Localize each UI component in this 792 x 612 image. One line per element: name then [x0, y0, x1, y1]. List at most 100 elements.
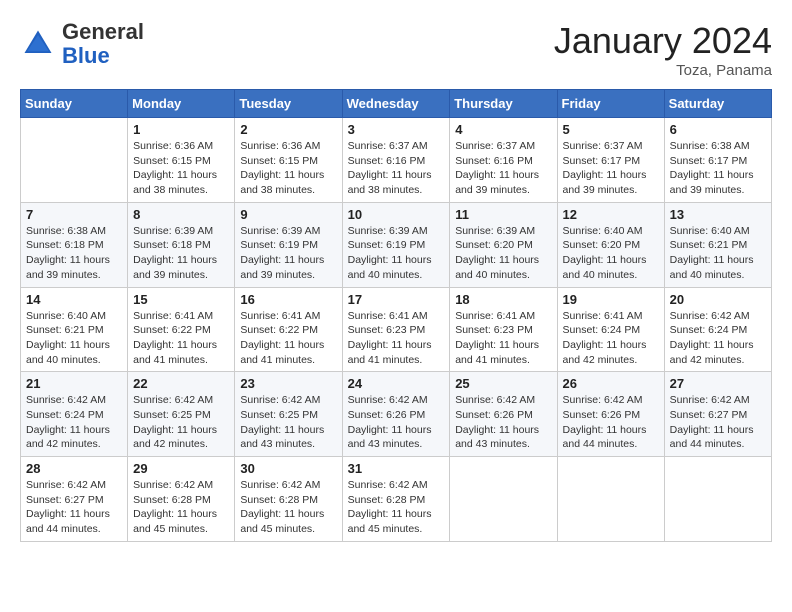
- week-row-4: 21 Sunrise: 6:42 AM Sunset: 6:24 PM Dayli…: [21, 372, 772, 457]
- day-info: Sunrise: 6:40 AM Sunset: 6:20 PM Dayligh…: [563, 224, 659, 283]
- day-number: 30: [240, 461, 336, 476]
- logo: General Blue: [20, 20, 144, 68]
- day-info: Sunrise: 6:41 AM Sunset: 6:23 PM Dayligh…: [348, 309, 445, 368]
- day-info: Sunrise: 6:38 AM Sunset: 6:18 PM Dayligh…: [26, 224, 122, 283]
- week-row-1: 1 Sunrise: 6:36 AM Sunset: 6:15 PM Daylig…: [21, 118, 772, 203]
- calendar-cell: 13 Sunrise: 6:40 AM Sunset: 6:21 PM Dayli…: [664, 202, 771, 287]
- logo-blue: Blue: [62, 43, 110, 68]
- day-number: 29: [133, 461, 229, 476]
- calendar-cell: 3Sunrise: 6:37 AM Sunset: 6:16 PM Daylig…: [342, 118, 450, 203]
- day-number: 6: [670, 122, 766, 137]
- calendar-cell: [21, 118, 128, 203]
- calendar-cell: 11Sunrise: 6:39 AM Sunset: 6:20 PM Dayli…: [450, 202, 557, 287]
- calendar-cell: 21 Sunrise: 6:42 AM Sunset: 6:24 PM Dayli…: [21, 372, 128, 457]
- calendar-cell: 30 Sunrise: 6:42 AM Sunset: 6:28 PM Dayli…: [235, 457, 342, 542]
- logo-icon: [20, 26, 56, 62]
- month-title: January 2024: [554, 20, 772, 62]
- day-number: 14: [26, 292, 122, 307]
- calendar-cell: 6 Sunrise: 6:38 AM Sunset: 6:17 PM Daylig…: [664, 118, 771, 203]
- week-row-5: 28Sunrise: 6:42 AM Sunset: 6:27 PM Dayli…: [21, 457, 772, 542]
- day-info: Sunrise: 6:37 AM Sunset: 6:17 PM Dayligh…: [563, 139, 659, 198]
- day-info: Sunrise: 6:42 AM Sunset: 6:26 PM Dayligh…: [563, 393, 659, 452]
- calendar-cell: 12Sunrise: 6:40 AM Sunset: 6:20 PM Dayli…: [557, 202, 664, 287]
- calendar-cell: 31 Sunrise: 6:42 AM Sunset: 6:28 PM Dayli…: [342, 457, 450, 542]
- day-number: 15: [133, 292, 229, 307]
- day-number: 22: [133, 376, 229, 391]
- day-info: Sunrise: 6:38 AM Sunset: 6:17 PM Dayligh…: [670, 139, 766, 198]
- day-of-week-wednesday: Wednesday: [342, 90, 450, 118]
- day-number: 9: [240, 207, 336, 222]
- day-info: Sunrise: 6:36 AM Sunset: 6:15 PM Dayligh…: [240, 139, 336, 198]
- calendar-cell: 27 Sunrise: 6:42 AM Sunset: 6:27 PM Dayli…: [664, 372, 771, 457]
- day-info: Sunrise: 6:42 AM Sunset: 6:24 PM Dayligh…: [670, 309, 766, 368]
- day-of-week-saturday: Saturday: [664, 90, 771, 118]
- day-number: 28: [26, 461, 122, 476]
- day-info: Sunrise: 6:39 AM Sunset: 6:19 PM Dayligh…: [348, 224, 445, 283]
- calendar-cell: 25 Sunrise: 6:42 AM Sunset: 6:26 PM Dayli…: [450, 372, 557, 457]
- day-number: 10: [348, 207, 445, 222]
- calendar-cell: 22 Sunrise: 6:42 AM Sunset: 6:25 PM Dayli…: [128, 372, 235, 457]
- day-info: Sunrise: 6:42 AM Sunset: 6:27 PM Dayligh…: [670, 393, 766, 452]
- calendar-cell: 5 Sunrise: 6:37 AM Sunset: 6:17 PM Daylig…: [557, 118, 664, 203]
- days-of-week-row: SundayMondayTuesdayWednesdayThursdayFrid…: [21, 90, 772, 118]
- calendar-header: SundayMondayTuesdayWednesdayThursdayFrid…: [21, 90, 772, 118]
- title-block: January 2024 Toza, Panama: [554, 20, 772, 79]
- day-info: Sunrise: 6:42 AM Sunset: 6:25 PM Dayligh…: [240, 393, 336, 452]
- calendar-cell: [450, 457, 557, 542]
- calendar-cell: [664, 457, 771, 542]
- calendar-cell: 28Sunrise: 6:42 AM Sunset: 6:27 PM Dayli…: [21, 457, 128, 542]
- day-number: 1: [133, 122, 229, 137]
- day-info: Sunrise: 6:42 AM Sunset: 6:28 PM Dayligh…: [240, 478, 336, 537]
- day-number: 13: [670, 207, 766, 222]
- day-info: Sunrise: 6:41 AM Sunset: 6:22 PM Dayligh…: [240, 309, 336, 368]
- day-info: Sunrise: 6:41 AM Sunset: 6:22 PM Dayligh…: [133, 309, 229, 368]
- day-info: Sunrise: 6:42 AM Sunset: 6:25 PM Dayligh…: [133, 393, 229, 452]
- day-number: 19: [563, 292, 659, 307]
- day-number: 8: [133, 207, 229, 222]
- day-number: 17: [348, 292, 445, 307]
- day-number: 24: [348, 376, 445, 391]
- day-number: 16: [240, 292, 336, 307]
- day-info: Sunrise: 6:42 AM Sunset: 6:26 PM Dayligh…: [348, 393, 445, 452]
- day-number: 2: [240, 122, 336, 137]
- calendar-cell: 9 Sunrise: 6:39 AM Sunset: 6:19 PM Daylig…: [235, 202, 342, 287]
- calendar-cell: 2 Sunrise: 6:36 AM Sunset: 6:15 PM Daylig…: [235, 118, 342, 203]
- day-info: Sunrise: 6:39 AM Sunset: 6:18 PM Dayligh…: [133, 224, 229, 283]
- day-info: Sunrise: 6:39 AM Sunset: 6:19 PM Dayligh…: [240, 224, 336, 283]
- day-info: Sunrise: 6:41 AM Sunset: 6:24 PM Dayligh…: [563, 309, 659, 368]
- day-info: Sunrise: 6:41 AM Sunset: 6:23 PM Dayligh…: [455, 309, 551, 368]
- calendar-cell: 29 Sunrise: 6:42 AM Sunset: 6:28 PM Dayli…: [128, 457, 235, 542]
- day-of-week-sunday: Sunday: [21, 90, 128, 118]
- day-info: Sunrise: 6:42 AM Sunset: 6:24 PM Dayligh…: [26, 393, 122, 452]
- logo-text: General Blue: [62, 20, 144, 68]
- day-of-week-friday: Friday: [557, 90, 664, 118]
- calendar-cell: 10 Sunrise: 6:39 AM Sunset: 6:19 PM Dayli…: [342, 202, 450, 287]
- calendar-cell: 4Sunrise: 6:37 AM Sunset: 6:16 PM Daylig…: [450, 118, 557, 203]
- day-number: 4: [455, 122, 551, 137]
- calendar-cell: [557, 457, 664, 542]
- calendar-cell: 14Sunrise: 6:40 AM Sunset: 6:21 PM Dayli…: [21, 287, 128, 372]
- logo-general: General: [62, 19, 144, 44]
- day-info: Sunrise: 6:42 AM Sunset: 6:26 PM Dayligh…: [455, 393, 551, 452]
- calendar-cell: 18 Sunrise: 6:41 AM Sunset: 6:23 PM Dayli…: [450, 287, 557, 372]
- day-number: 26: [563, 376, 659, 391]
- day-of-week-thursday: Thursday: [450, 90, 557, 118]
- calendar-cell: 8 Sunrise: 6:39 AM Sunset: 6:18 PM Daylig…: [128, 202, 235, 287]
- day-number: 21: [26, 376, 122, 391]
- calendar: SundayMondayTuesdayWednesdayThursdayFrid…: [20, 89, 772, 542]
- calendar-cell: 7 Sunrise: 6:38 AM Sunset: 6:18 PM Daylig…: [21, 202, 128, 287]
- day-info: Sunrise: 6:42 AM Sunset: 6:28 PM Dayligh…: [133, 478, 229, 537]
- day-info: Sunrise: 6:40 AM Sunset: 6:21 PM Dayligh…: [670, 224, 766, 283]
- day-number: 31: [348, 461, 445, 476]
- calendar-cell: 17 Sunrise: 6:41 AM Sunset: 6:23 PM Dayli…: [342, 287, 450, 372]
- day-number: 25: [455, 376, 551, 391]
- day-number: 27: [670, 376, 766, 391]
- day-number: 7: [26, 207, 122, 222]
- day-number: 18: [455, 292, 551, 307]
- day-number: 5: [563, 122, 659, 137]
- day-of-week-tuesday: Tuesday: [235, 90, 342, 118]
- day-info: Sunrise: 6:37 AM Sunset: 6:16 PM Dayligh…: [348, 139, 445, 198]
- calendar-cell: 23Sunrise: 6:42 AM Sunset: 6:25 PM Dayli…: [235, 372, 342, 457]
- day-info: Sunrise: 6:42 AM Sunset: 6:28 PM Dayligh…: [348, 478, 445, 537]
- day-number: 20: [670, 292, 766, 307]
